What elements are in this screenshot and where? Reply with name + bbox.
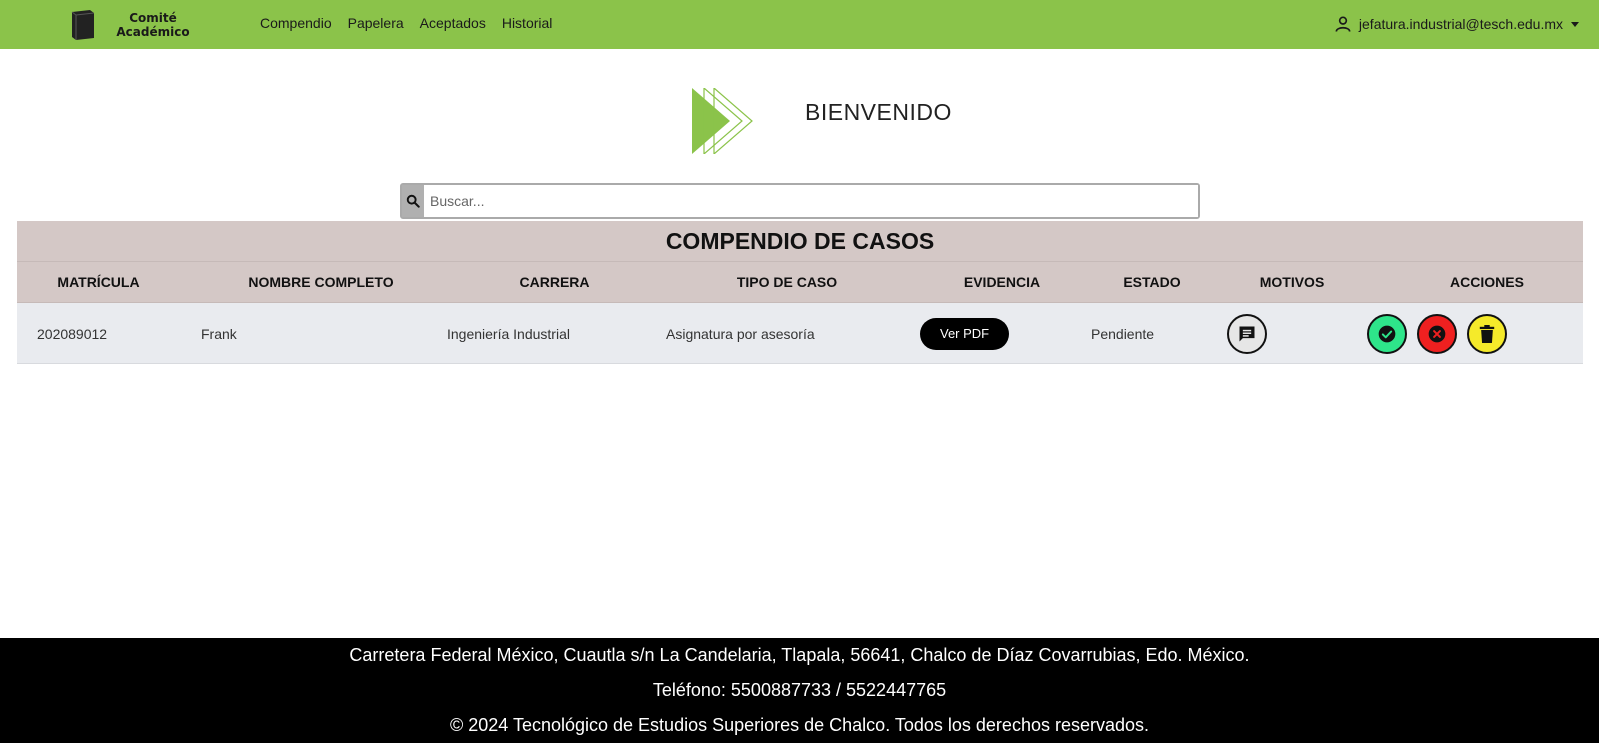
nav-links: Compendio Papelera Aceptados Historial <box>260 15 568 31</box>
footer-copyright: © 2024 Tecnológico de Estudios Superiore… <box>449 715 1150 735</box>
user-icon <box>1335 16 1351 32</box>
reject-button[interactable] <box>1417 313 1457 354</box>
table-title: COMPENDIO DE CASOS <box>17 221 1583 262</box>
header-carrera: CARRERA <box>519 274 590 290</box>
brand-title: Comité Académico <box>115 11 191 39</box>
delete-button[interactable] <box>1467 313 1507 354</box>
close-icon <box>1428 325 1446 342</box>
welcome-title: BIENVENIDO <box>805 99 952 125</box>
nav-link-compendio[interactable]: Compendio <box>260 15 332 31</box>
nav-link-historial[interactable]: Historial <box>502 15 553 31</box>
brand-line-1: Comité <box>129 11 177 25</box>
nav-link-papelera[interactable]: Papelera <box>348 15 404 31</box>
search-bar <box>400 183 1200 219</box>
cell-acciones <box>1367 303 1517 364</box>
chevron-down-icon <box>1571 21 1579 27</box>
brand-line-2: Académico <box>116 25 190 39</box>
cell-evidencia: Ver PDF <box>920 303 1010 364</box>
comment-icon <box>1239 326 1255 341</box>
user-email: jefatura.industrial@tesch.edu.mx <box>1358 16 1563 32</box>
footer: Carretera Federal México, Cuautla s/n La… <box>0 638 1599 743</box>
cell-matricula: 202089012 <box>37 325 108 342</box>
table-row: 202089012 Frank Ingeniería Industrial As… <box>17 303 1583 364</box>
cell-motivos <box>1227 303 1277 364</box>
cell-carrera: Ingeniería Industrial <box>447 325 570 342</box>
accept-button[interactable] <box>1367 313 1407 354</box>
search-input[interactable] <box>424 185 1198 217</box>
header-nombre: NOMBRE COMPLETO <box>248 274 394 290</box>
search-icon <box>406 194 420 208</box>
navbar: Comité Académico Compendio Papelera Acep… <box>0 0 1599 49</box>
header-acciones: ACCIONES <box>1450 274 1524 290</box>
view-pdf-button[interactable]: Ver PDF <box>920 317 1010 350</box>
motivos-button[interactable] <box>1227 313 1267 354</box>
cell-estado: Pendiente <box>1091 325 1155 342</box>
cell-nombre: Frank <box>201 325 237 342</box>
header-motivos: MOTIVOS <box>1259 274 1325 290</box>
book-icon <box>71 10 95 40</box>
header-evidencia: EVIDENCIA <box>963 274 1041 290</box>
logo-arrows-icon <box>692 88 753 154</box>
search-button[interactable] <box>402 185 424 217</box>
brand[interactable]: Comité Académico <box>68 9 190 41</box>
check-icon <box>1378 325 1396 342</box>
header-estado: ESTADO <box>1123 274 1181 290</box>
footer-phone: Teléfono: 5500887733 / 5522447765 <box>652 680 947 700</box>
table-header: MATRÍCULA NOMBRE COMPLETO CARRERA TIPO D… <box>17 262 1583 303</box>
header-matricula: MATRÍCULA <box>57 274 140 290</box>
footer-address: Carretera Federal México, Cuautla s/n La… <box>349 645 1250 665</box>
cases-table: COMPENDIO DE CASOS MATRÍCULA NOMBRE COMP… <box>17 221 1583 364</box>
cell-tipo: Asignatura por asesoría <box>666 325 815 342</box>
trash-icon <box>1479 324 1495 343</box>
nav-link-aceptados[interactable]: Aceptados <box>420 15 486 31</box>
header-tipo: TIPO DE CASO <box>736 274 838 290</box>
user-menu[interactable]: jefatura.industrial@tesch.edu.mx <box>1333 14 1579 34</box>
